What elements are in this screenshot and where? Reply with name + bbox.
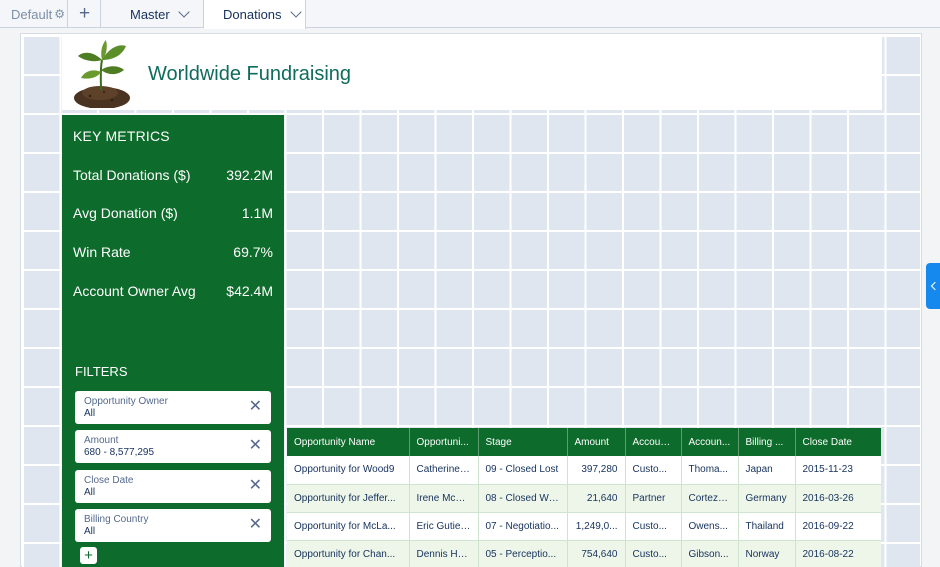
metric-account-owner-avg: Account Owner Avg $42.4M (73, 283, 273, 299)
table-row[interactable]: Opportunity for Wood9 Catherine ... 09 -… (287, 456, 881, 485)
metric-label: Win Rate (73, 244, 131, 260)
filter-value: All (84, 526, 96, 537)
metric-value: $42.4M (226, 283, 273, 299)
chevron-down-icon (289, 6, 302, 18)
table-cell: 2015-11-23 (795, 456, 881, 485)
tab-default[interactable]: Default ⚙ (0, 0, 68, 28)
column-header[interactable]: Accoun... (681, 428, 739, 456)
side-panel-toggle-button[interactable] (926, 263, 940, 309)
table-cell: Norway (738, 540, 796, 567)
filter-value: All (84, 487, 96, 498)
filter-value: All (84, 408, 96, 419)
filter-label: Billing Country (84, 514, 149, 525)
close-icon[interactable]: ✕ (249, 516, 262, 534)
table-cell: Dennis Ho... (409, 540, 479, 567)
table-row[interactable]: Opportunity for Chan... Dennis Ho... 05 … (287, 540, 881, 567)
filter-label: Amount (84, 435, 119, 446)
table-cell: Partner (625, 484, 682, 513)
tab-master[interactable]: Master (102, 0, 204, 28)
key-metrics-widget[interactable]: KEY METRICS Total Donations ($) 392.2M A… (62, 115, 284, 567)
opportunities-table-widget[interactable]: Opportunity Name Opportuni... Stage Amou… (287, 428, 881, 567)
table-cell: Opportunity for McLa... (287, 512, 410, 541)
table-cell: Custo... (625, 540, 682, 567)
filter-amount[interactable]: Amount 680 - 8,577,295 ✕ (75, 430, 271, 463)
table-cell: Custo... (625, 512, 682, 541)
table-cell: Opportunity for Jeffer... (287, 484, 410, 513)
header-widget[interactable]: Worldwide Fundraising (62, 36, 882, 110)
column-header[interactable]: Amount (567, 428, 626, 456)
tab-default-label: Default (11, 6, 53, 22)
table-cell: 2016-03-26 (795, 484, 881, 513)
table-cell: Owens... (681, 512, 739, 541)
table-header-row: Opportunity Name Opportuni... Stage Amou… (287, 428, 881, 456)
filter-label: Opportunity Owner (84, 396, 168, 407)
table-cell: Irene McC... (409, 484, 479, 513)
table-cell: 09 - Closed Lost (478, 456, 568, 485)
table-cell: Gibson... (681, 540, 739, 567)
table-cell: Custo... (625, 456, 682, 485)
filter-billing-country[interactable]: Billing Country All ✕ (75, 509, 271, 542)
table-cell: Catherine ... (409, 456, 479, 485)
table-row[interactable]: Opportunity for McLa... Eric Gutier... 0… (287, 512, 881, 541)
chevron-left-icon (930, 281, 939, 291)
table-cell: 08 - Closed Won (478, 484, 568, 513)
table-cell: 754,640 (567, 540, 626, 567)
plant-logo (74, 40, 130, 108)
column-header[interactable]: Opportuni... (409, 428, 479, 456)
table-row[interactable]: Opportunity for Jeffer... Irene McC... 0… (287, 484, 881, 513)
table-cell: Eric Gutier... (409, 512, 479, 541)
metric-value: 1.1M (241, 205, 273, 221)
tab-donations[interactable]: Donations (204, 0, 306, 29)
add-filter-button[interactable]: + (80, 547, 97, 564)
opportunities-table: Opportunity Name Opportuni... Stage Amou… (287, 428, 881, 567)
column-header[interactable]: Billing ... (738, 428, 796, 456)
table-cell: Thoma... (681, 456, 739, 485)
key-metrics-heading: KEY METRICS (73, 128, 170, 144)
table-cell: Opportunity for Chan... (287, 540, 410, 567)
gear-icon[interactable]: ⚙ (54, 7, 65, 21)
table-cell: Cortez3... (681, 484, 739, 513)
table-cell: 05 - Perceptio... (478, 540, 568, 567)
metric-label: Total Donations ($) (73, 167, 191, 183)
filter-value: 680 - 8,577,295 (84, 447, 155, 458)
close-icon[interactable]: ✕ (249, 477, 262, 495)
filter-opportunity-owner[interactable]: Opportunity Owner All ✕ (75, 391, 271, 424)
table-cell: 2016-09-22 (795, 512, 881, 541)
column-header[interactable]: Opportunity Name (287, 428, 410, 456)
column-header[interactable]: Close Date (795, 428, 881, 456)
filter-close-date[interactable]: Close Date All ✕ (75, 470, 271, 503)
table-cell: 1,249,0... (567, 512, 626, 541)
metric-label: Avg Donation ($) (73, 205, 178, 221)
close-icon[interactable]: ✕ (249, 437, 262, 455)
dashboard-tab-bar: Default ⚙ + Master Donations (0, 0, 940, 29)
chevron-down-icon (178, 5, 190, 18)
table-cell: 21,640 (567, 484, 626, 513)
plus-icon: + (84, 547, 93, 564)
table-cell: Japan (738, 456, 796, 485)
table-cell: 07 - Negotiatio... (478, 512, 568, 541)
metric-win-rate: Win Rate 69.7% (73, 244, 273, 260)
table-cell: 2016-08-22 (795, 540, 881, 567)
add-tab-button[interactable]: + (69, 0, 101, 28)
metric-label: Account Owner Avg (73, 283, 196, 299)
filter-label: Close Date (84, 475, 134, 486)
table-cell: 397,280 (567, 456, 626, 485)
metric-total-donations: Total Donations ($) 392.2M (73, 167, 273, 183)
metric-value: 392.2M (226, 167, 273, 183)
column-header[interactable]: Stage (478, 428, 568, 456)
table-cell: Germany (738, 484, 796, 513)
tab-master-label: Master (130, 6, 170, 22)
table-cell: Thailand (738, 512, 796, 541)
close-icon[interactable]: ✕ (249, 398, 262, 416)
tab-donations-label: Donations (223, 7, 282, 22)
metric-avg-donation: Avg Donation ($) 1.1M (73, 205, 273, 221)
plus-icon: + (78, 3, 91, 24)
column-header[interactable]: Accoun... (625, 428, 682, 456)
filters-heading: FILTERS (75, 364, 128, 379)
metric-value: 69.7% (233, 244, 273, 260)
table-cell: Opportunity for Wood9 (287, 456, 410, 485)
dashboard-title: Worldwide Fundraising (148, 63, 352, 85)
